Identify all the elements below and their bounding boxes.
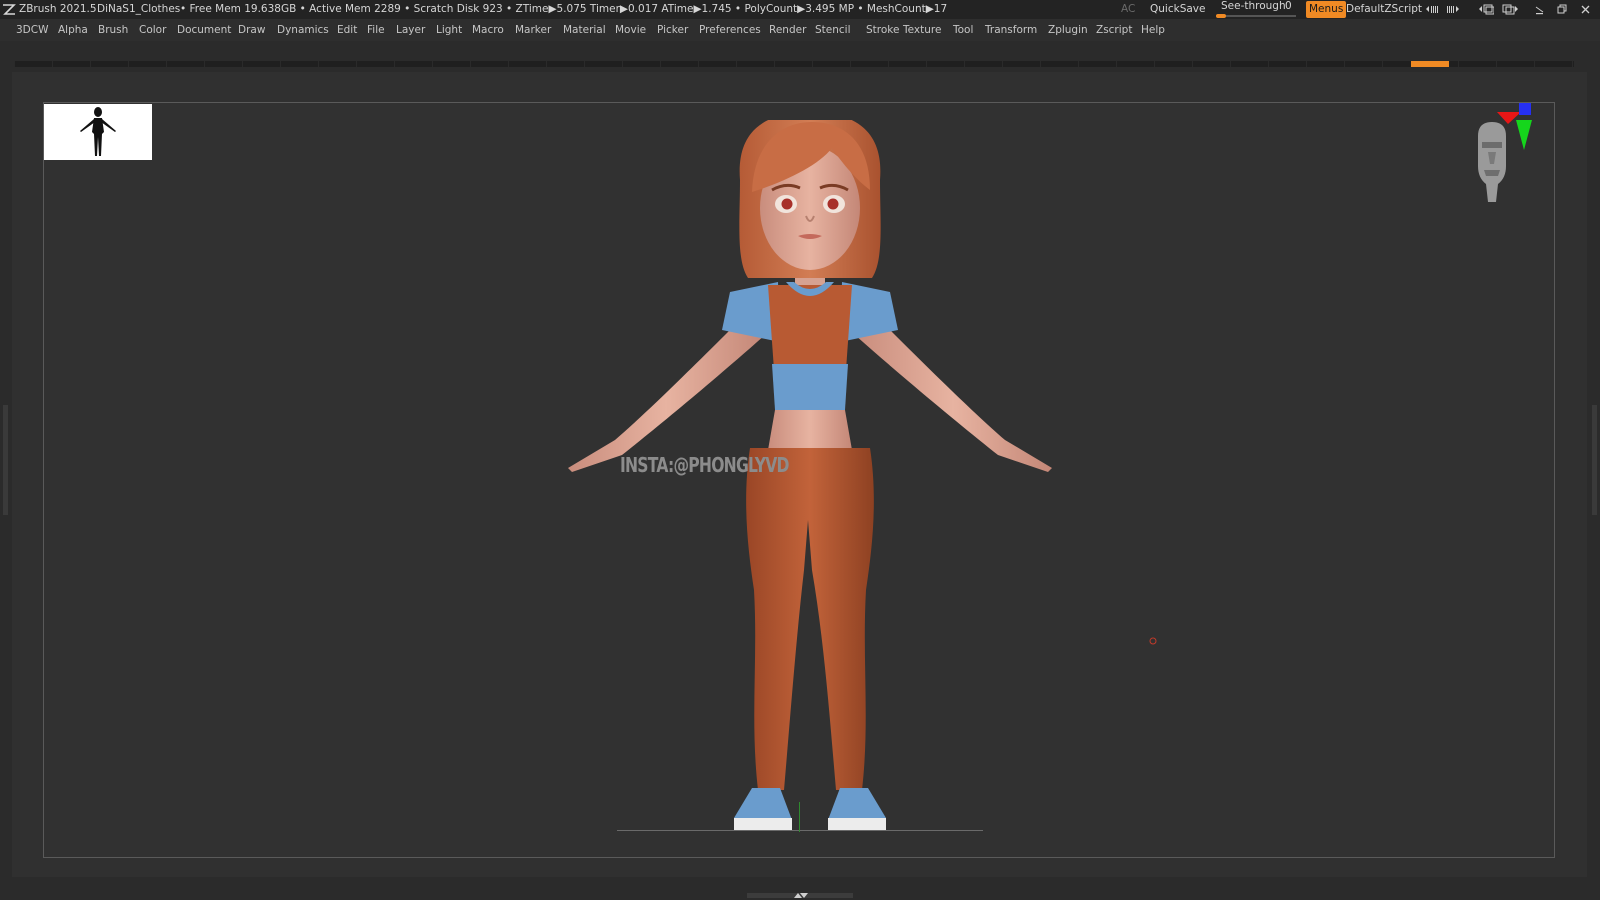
menu-stencil[interactable]: Stencil: [815, 19, 851, 41]
bottom-tray-handle[interactable]: [747, 893, 853, 898]
menu-movie[interactable]: Movie: [615, 19, 646, 41]
menu-zscript[interactable]: Zscript: [1096, 19, 1132, 41]
timeline-marker[interactable]: [1411, 61, 1449, 67]
menu-light[interactable]: Light: [436, 19, 462, 41]
menu-tool[interactable]: Tool: [953, 19, 973, 41]
minimize-icon[interactable]: [1534, 4, 1545, 15]
window-layout-icon[interactable]: [1478, 3, 1494, 16]
window-swap-icon[interactable]: [1502, 3, 1520, 16]
menu-dynamics[interactable]: Dynamics: [277, 19, 329, 41]
menu-bar: 3DCW Alpha Brush Color Document Draw Dyn…: [0, 19, 1600, 41]
document-name: DiNaS1_Clothes: [97, 3, 181, 15]
menu-file[interactable]: File: [367, 19, 385, 41]
menu-texture[interactable]: Texture: [903, 19, 941, 41]
tray-toggle-icon: [794, 893, 808, 898]
menu-render[interactable]: Render: [769, 19, 806, 41]
navigation-thumbnail[interactable]: [44, 104, 152, 160]
menu-material[interactable]: Material: [563, 19, 606, 41]
memory-stats: • Free Mem 19.638GB • Active Mem 2289 • …: [180, 3, 948, 15]
menu-color[interactable]: Color: [139, 19, 166, 41]
character-model[interactable]: [540, 120, 1080, 860]
menu-macro[interactable]: Macro: [472, 19, 504, 41]
menu-picker[interactable]: Picker: [657, 19, 688, 41]
timeline-ticks: [14, 61, 1574, 67]
quicksave-button[interactable]: QuickSave: [1150, 0, 1205, 19]
menu-document[interactable]: Document: [177, 19, 231, 41]
menu-help[interactable]: Help: [1141, 19, 1165, 41]
thumbnail-silhouette-icon: [80, 107, 116, 156]
timeline-strip[interactable]: [14, 61, 1574, 67]
menu-3dcw[interactable]: 3DCW: [16, 19, 48, 41]
ui-expand-icon[interactable]: [1446, 4, 1464, 15]
menu-transform[interactable]: Transform: [985, 19, 1037, 41]
menu-alpha[interactable]: Alpha: [58, 19, 88, 41]
left-tray-handle[interactable]: [3, 405, 8, 515]
app-title: ZBrush 2021.5: [19, 3, 97, 15]
menus-button[interactable]: Menus: [1306, 1, 1347, 18]
ui-shrink-icon[interactable]: [1425, 4, 1441, 15]
orientation-gizmo[interactable]: [1474, 102, 1558, 206]
title-bar: ZBrush 2021.5 DiNaS1_Clothes • Free Mem …: [0, 0, 1600, 19]
ac-button[interactable]: AC: [1121, 0, 1135, 19]
menu-draw[interactable]: Draw: [238, 19, 265, 41]
watermark-text: INSTA:@PHONGLYVD: [620, 453, 789, 477]
cursor-marker-icon: [1149, 637, 1157, 645]
default-zscript-button[interactable]: DefaultZScript: [1346, 0, 1422, 19]
seethrough-label: See-through: [1221, 0, 1286, 12]
menu-edit[interactable]: Edit: [337, 19, 357, 41]
menu-brush[interactable]: Brush: [98, 19, 128, 41]
seethrough-value: 0: [1285, 0, 1292, 12]
seethrough-slider-fill: [1216, 14, 1226, 18]
menu-marker[interactable]: Marker: [515, 19, 551, 41]
menu-stroke[interactable]: Stroke: [866, 19, 899, 41]
restore-icon[interactable]: [1557, 4, 1568, 15]
menu-zplugin[interactable]: Zplugin: [1048, 19, 1088, 41]
zbrush-logo-icon: [3, 4, 16, 15]
close-icon[interactable]: [1580, 4, 1591, 15]
menu-layer[interactable]: Layer: [396, 19, 425, 41]
seethrough-slider[interactable]: [1216, 15, 1296, 17]
right-tray-handle[interactable]: [1592, 405, 1597, 515]
menu-preferences[interactable]: Preferences: [699, 19, 761, 41]
